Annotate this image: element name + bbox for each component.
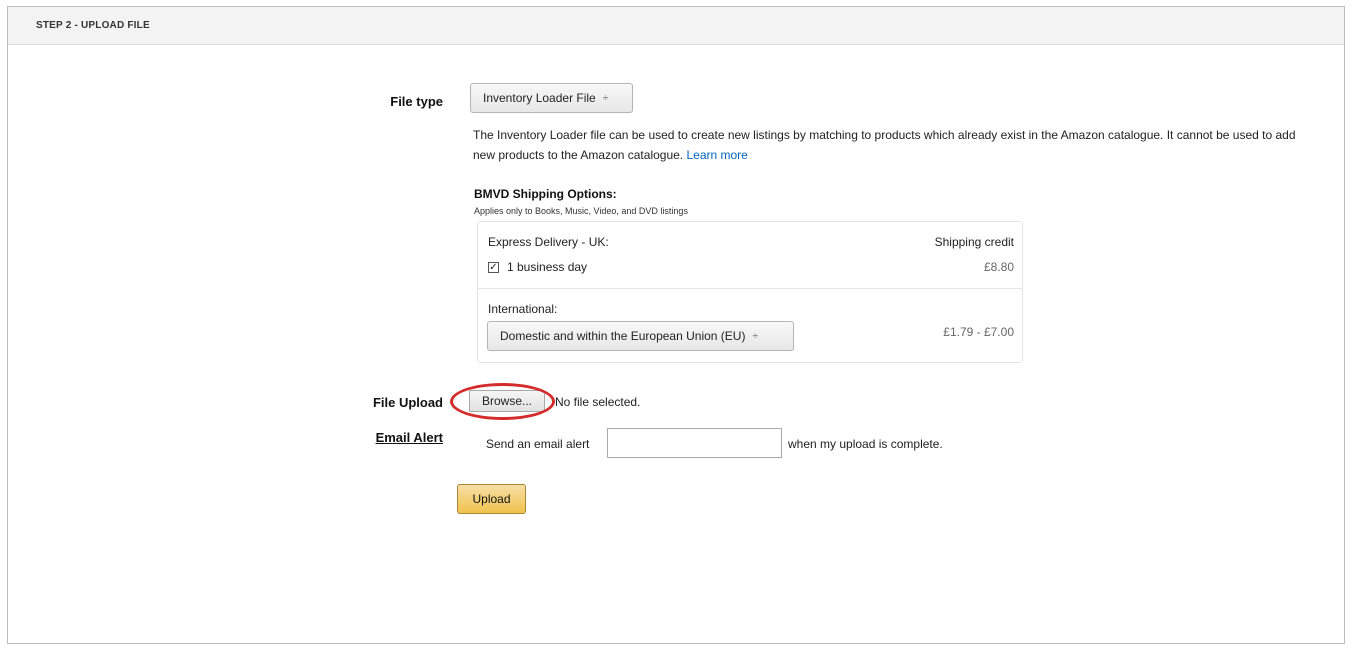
international-select[interactable]: Domestic and within the European Union (…: [487, 321, 794, 351]
shipping-credit-header: Shipping credit: [934, 235, 1014, 249]
bmvd-subtitle: Applies only to Books, Music, Video, and…: [474, 206, 688, 216]
business-day-checkbox[interactable]: ✓: [488, 262, 499, 273]
international-price: £1.79 - £7.00: [943, 325, 1014, 339]
step-header: STEP 2 - UPLOAD FILE: [8, 7, 1344, 45]
international-label: International:: [488, 302, 558, 316]
bmvd-title: BMVD Shipping Options:: [474, 187, 617, 201]
express-delivery-label: Express Delivery - UK:: [488, 235, 609, 249]
file-type-description: The Inventory Loader file can be used to…: [473, 125, 1313, 165]
business-day-label: 1 business day: [507, 260, 588, 274]
divider: [478, 288, 1022, 289]
shipping-options-box: Express Delivery - UK: Shipping credit ✓…: [477, 221, 1023, 363]
file-type-select[interactable]: Inventory Loader File ÷: [470, 83, 633, 113]
select-arrows-icon: ÷: [752, 330, 758, 342]
business-day-price: £8.80: [983, 260, 1014, 274]
browse-button[interactable]: Browse...: [469, 390, 545, 412]
file-type-selected: Inventory Loader File: [483, 91, 596, 105]
description-text: The Inventory Loader file can be used to…: [473, 128, 1296, 162]
select-arrows-icon: ÷: [602, 92, 609, 104]
email-alert-label[interactable]: Email Alert: [323, 430, 443, 445]
file-status: No file selected.: [555, 395, 641, 409]
upload-button[interactable]: Upload: [457, 484, 526, 514]
international-selected: Domestic and within the European Union (…: [500, 329, 746, 343]
email-alert-prefix: Send an email alert: [486, 437, 590, 451]
learn-more-link[interactable]: Learn more: [686, 148, 747, 162]
file-upload-label: File Upload: [372, 395, 443, 410]
file-type-label: File type: [390, 94, 443, 109]
email-alert-input[interactable]: [607, 428, 782, 458]
email-alert-suffix: when my upload is complete.: [788, 437, 943, 451]
